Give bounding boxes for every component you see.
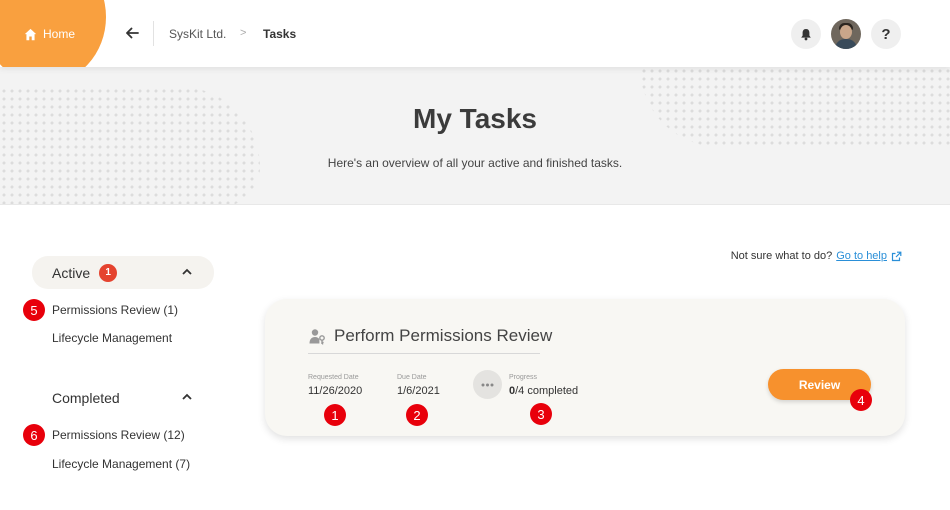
completed-group-label: Completed [52,389,120,406]
avatar-shirt [835,39,857,49]
step-marker-6: 6 [23,424,45,446]
step-marker-4: 4 [850,389,872,411]
sidebar-item-completed-lifecycle-management[interactable]: Lifecycle Management (7) [52,457,190,471]
top-header: Home SysKit Ltd. > Tasks ? [0,0,950,67]
chevron-up-icon[interactable] [182,393,192,400]
step-marker-1: 1 [324,404,346,426]
help-line: Not sure what to do? Go to help [731,250,902,262]
step-marker-5: 5 [23,299,45,321]
breadcrumb-separator: > [240,27,247,39]
task-title: Perform Permissions Review [309,326,552,346]
due-date-value: 1/6/2021 [397,385,440,397]
active-group-header[interactable]: Active 1 [32,256,214,289]
active-count-badge: 1 [99,263,118,282]
help-label: ? [881,25,891,43]
hero-banner: My Tasks Here's an overview of all your … [0,67,950,205]
home-label: Home [43,27,76,41]
bell-icon [801,28,811,40]
task-card: Perform Permissions Review Requested Dat… [265,299,905,436]
chevron-up-icon[interactable] [182,268,192,275]
breadcrumb-company[interactable]: SysKit Ltd. [169,27,226,41]
avatar-face [840,25,852,39]
progress-dots-icon [473,370,502,399]
help-prompt: Not sure what to do? [730,250,833,262]
help-button[interactable]: ? [871,19,901,49]
breadcrumb-current: Tasks [263,27,297,41]
external-link-icon [891,251,902,261]
back-arrow-icon[interactable] [123,24,141,42]
home-link[interactable]: Home [24,27,75,41]
requested-date-value: 11/26/2020 [308,385,363,397]
task-title-text: Perform Permissions Review [334,326,553,345]
sidebar-item-active-permissions-review[interactable]: Permissions Review (1) [52,303,178,317]
home-icon [24,28,37,40]
go-to-help-link[interactable]: Go to help [836,250,902,262]
page-title: My Tasks [413,103,537,134]
user-avatar[interactable] [831,19,861,49]
active-group-label: Active [52,264,91,281]
help-link-label: Go to help [836,250,887,262]
requested-date-label: Requested Date [308,374,359,381]
user-key-icon [309,328,325,344]
completed-group-header[interactable]: Completed [32,381,214,414]
title-underline [308,353,540,354]
page-subtitle: Here's an overview of all your active an… [327,156,623,170]
step-marker-3: 3 [530,403,552,425]
progress-label: Progress [509,374,538,381]
step-marker-2: 2 [406,404,428,426]
progress-rest: /4 completed [515,385,579,397]
due-date-label: Due Date [397,374,427,381]
sidebar-item-completed-permissions-review[interactable]: Permissions Review (12) [52,428,185,442]
sidebar-item-active-lifecycle-management[interactable]: Lifecycle Management [52,331,172,345]
header-divider [153,21,154,46]
notifications-button[interactable] [791,19,821,49]
progress-value: 0/4 completed [509,385,578,397]
